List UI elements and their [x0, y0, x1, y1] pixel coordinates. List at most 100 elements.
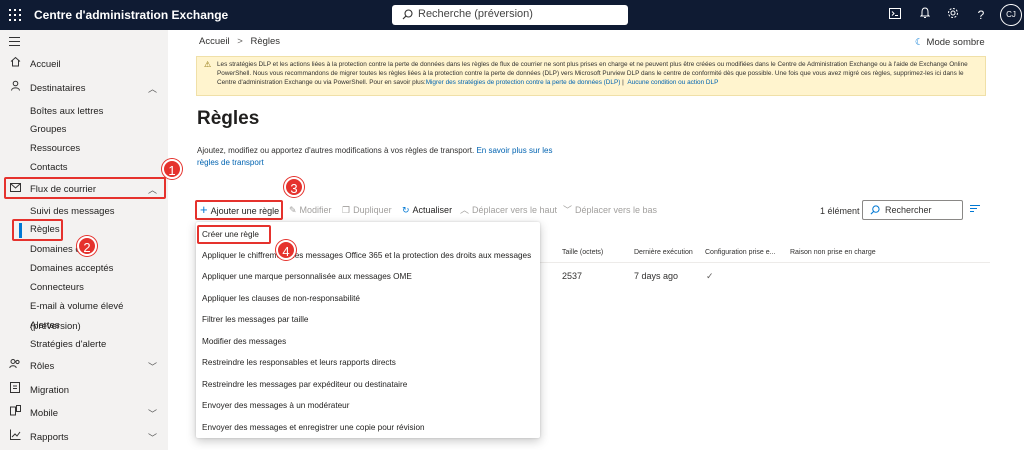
move-up-button[interactable]: ︿ Déplacer vers le haut [460, 200, 557, 220]
app-launcher-icon[interactable] [9, 9, 21, 21]
menu-item-restrict-sender-recipient[interactable]: Restreindre les messages par expéditeur … [202, 380, 407, 389]
banner-link-migrate[interactable]: Migrer des stratégies de protection cont… [426, 79, 621, 86]
search-icon [402, 9, 413, 23]
sidebar-item-mobile[interactable]: Mobile ﹀ [0, 404, 168, 424]
gear-icon[interactable] [944, 6, 962, 24]
sidebar-item-label: Domaines acceptés [30, 263, 114, 274]
chevron-down-icon: ﹀ [148, 409, 158, 419]
edit-label: Modifier [299, 205, 332, 215]
banner-separator: | [622, 79, 624, 86]
column-header-config[interactable]: Configuration prise e... [705, 249, 775, 256]
hamburger-menu-icon[interactable] [9, 37, 20, 49]
page-title: Règles [197, 108, 260, 129]
edit-button[interactable]: ✎ Modifier [289, 200, 332, 220]
chart-icon [9, 428, 21, 448]
filter-icon[interactable] [970, 205, 980, 214]
chevron-up-icon: ︿ [148, 84, 158, 94]
sidebar-item-label: Rapports [30, 432, 69, 443]
bell-icon[interactable] [916, 6, 934, 24]
sidebar-item-label: Rôles [30, 361, 55, 372]
banner-link-no-dlp[interactable]: Aucune condition ou action DLP [627, 79, 718, 86]
highlight-mail-flow [4, 177, 166, 199]
sidebar-item-connectors[interactable]: Connecteurs [0, 278, 168, 298]
sidebar-item-high-volume-email[interactable]: E-mail à volume élevé (préversion) [0, 297, 168, 332]
chevron-down-icon: ﹀ [148, 362, 158, 372]
column-header-size[interactable]: Taille (octets) [562, 249, 603, 256]
sidebar-item-migration[interactable]: Migration [0, 381, 168, 401]
highlight-add-rule [195, 200, 283, 220]
sidebar-item-label: Boîtes aux lettres [30, 106, 104, 117]
sidebar-item-roles[interactable]: Rôles ﹀ [0, 357, 168, 377]
search-placeholder: Recherche (préversion) [418, 8, 533, 20]
app-title[interactable]: Centre d'administration Exchange [34, 8, 228, 22]
sidebar-item-label: Stratégies d'alerte [30, 339, 107, 350]
highlight-create-rule [197, 225, 271, 244]
dark-mode-toggle[interactable]: ☾ Mode sombre [915, 37, 985, 48]
sidebar-item-label: Migration [30, 385, 70, 396]
mobile-icon [9, 404, 21, 424]
cell-last-run: 7 days ago [634, 271, 679, 281]
breadcrumb-home[interactable]: Accueil [199, 36, 230, 47]
move-down-button[interactable]: ﹀ Déplacer vers le bas [563, 200, 657, 220]
sidebar-item-resources[interactable]: Ressources [0, 139, 168, 159]
menu-item-apply-disclaimers[interactable]: Appliquer les clauses de non-responsabil… [202, 294, 360, 303]
chevron-down-icon: ﹀ [563, 205, 573, 215]
sidebar-item-label: Ressources [30, 143, 81, 154]
column-header-unsupported-reason[interactable]: Raison non prise en charge [790, 249, 876, 256]
checkmark-icon: ✓ [706, 271, 714, 281]
cell-size: 2537 [562, 271, 583, 281]
sidebar-item-contacts[interactable]: Contacts [0, 158, 168, 178]
page-description: Ajoutez, modifiez ou apportez d'autres m… [197, 145, 567, 169]
refresh-label: Actualiser [412, 205, 453, 215]
sidebar-item-label: Domaines di [30, 244, 83, 255]
sidebar-item-accepted-domains[interactable]: Domaines acceptés [0, 259, 168, 279]
sidebar-item-alert-policies[interactable]: Stratégies d'alerte [0, 335, 168, 355]
sidebar-item-label: Accueil [30, 59, 61, 70]
callout-1: 1 [162, 159, 182, 179]
duplicate-button[interactable]: ❐ Dupliquer [342, 200, 392, 220]
migration-icon [9, 381, 21, 401]
description-text: Ajoutez, modifiez ou apportez d'autres m… [197, 146, 475, 155]
menu-item-send-and-save-copy[interactable]: Envoyer des messages et enregistrer une … [202, 423, 425, 432]
menu-item-send-to-moderator[interactable]: Envoyer des messages à un modérateur [202, 401, 349, 410]
menu-item-restrict-managers[interactable]: Restreindre les responsables et leurs ra… [202, 358, 396, 367]
sidebar-item-recipients[interactable]: Destinataires ︿ [0, 79, 168, 99]
rules-search-placeholder: Rechercher [885, 205, 932, 215]
sidebar-item-label: Mobile [30, 408, 58, 419]
move-up-label: Déplacer vers le haut [472, 205, 558, 215]
chevron-down-icon: ﹀ [148, 433, 158, 443]
refresh-icon: ↻ [402, 205, 410, 215]
breadcrumb-separator: > [237, 36, 243, 47]
sidebar-item-alerts[interactable]: Alertes [0, 316, 168, 336]
sidebar-item-reports[interactable]: Rapports ﹀ [0, 428, 168, 448]
sidebar-item-home[interactable]: Accueil [0, 55, 168, 75]
callout-2: 2 [77, 236, 97, 256]
rules-search-input[interactable]: Rechercher [862, 200, 963, 220]
menu-item-apply-encryption[interactable]: Appliquer le chiffrement des messages Of… [202, 251, 531, 260]
sidebar-item-label: Connecteurs [30, 282, 84, 293]
menu-item-apply-branding[interactable]: Appliquer une marque personnalisée aux m… [202, 272, 412, 281]
sidebar-item-groups[interactable]: Groupes [0, 120, 168, 140]
moon-icon: ☾ [915, 37, 924, 48]
top-bar: Centre d'administration Exchange Recherc… [0, 0, 1024, 30]
copy-icon: ❐ [342, 205, 351, 215]
menu-item-filter-by-size[interactable]: Filtrer les messages par taille [202, 315, 308, 324]
search-input[interactable]: Recherche (préversion) [392, 5, 628, 25]
refresh-button[interactable]: ↻ Actualiser [402, 200, 452, 220]
roles-icon [9, 357, 21, 377]
breadcrumb-current: Règles [250, 36, 281, 47]
callout-3: 3 [284, 177, 304, 197]
sidebar-item-label: Alertes [30, 320, 60, 331]
sidebar-item-mailboxes[interactable]: Boîtes aux lettres [0, 102, 168, 122]
warning-icon: ⚠ [204, 60, 212, 69]
menu-item-modify-messages[interactable]: Modifier des messages [202, 337, 286, 346]
terminal-icon[interactable] [886, 6, 904, 24]
column-header-last-run[interactable]: Dernière exécution [634, 249, 693, 256]
help-icon[interactable]: ? [972, 6, 990, 24]
pencil-icon: ✎ [289, 205, 297, 215]
home-icon [9, 55, 21, 75]
callout-4: 4 [276, 240, 296, 260]
move-down-label: Déplacer vers le bas [575, 205, 658, 215]
avatar[interactable]: CJ [1000, 4, 1022, 26]
dlp-warning-banner: ⚠ Les stratégies DLP et les actions liée… [196, 56, 986, 96]
